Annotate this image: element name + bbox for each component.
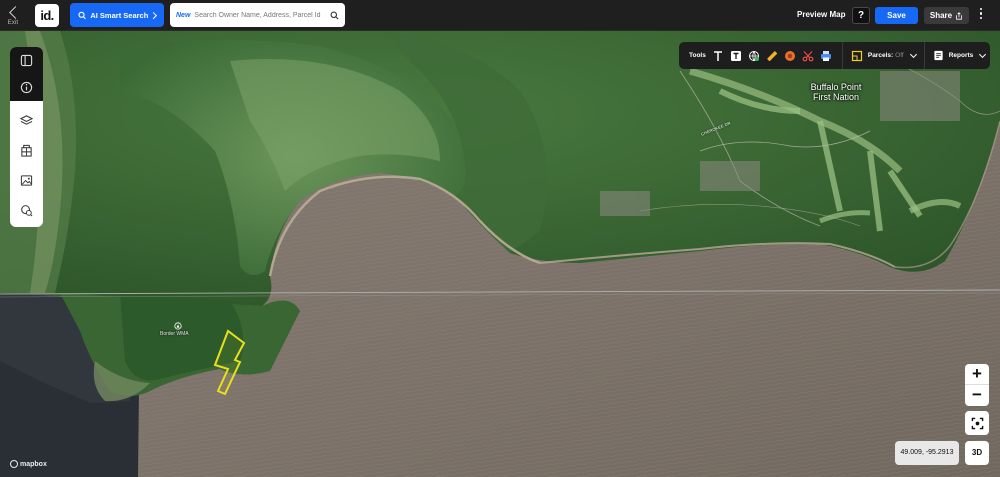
locate-button[interactable] [965,411,989,435]
help-button[interactable]: ? [852,7,870,24]
layers-button[interactable] [10,105,43,135]
exit-button[interactable]: Exit [4,2,22,29]
share-label: Share [929,11,953,20]
text-icon [713,50,722,61]
imagery-button[interactable] [10,165,43,195]
top-bar: Exit id. AI Smart Search New Preview Map… [0,0,1000,31]
more-options-button[interactable] [977,8,985,22]
share-button[interactable]: Share [924,7,969,24]
poi-label: Border WMA [160,322,189,337]
focus-frame-icon [971,417,983,429]
map-pin-search-icon [21,204,33,216]
ai-smart-search-label: AI Smart Search [90,10,149,20]
parcels-state: Off [895,52,904,59]
chevron-down-icon [909,50,917,59]
buildings-icon [21,144,32,157]
tools-bar: Tools Parcels: Off Reports [679,42,990,69]
report-icon [934,50,943,61]
location-search-button[interactable] [10,195,43,225]
poi-label-text: Border WMA [160,331,189,337]
chevron-down-icon [979,50,987,59]
left-sidebar [10,47,43,227]
scissors-tool[interactable] [802,50,814,62]
layers-icon [20,114,33,125]
coordinates-readout: 49.009, -95.2913 [895,441,959,465]
image-icon [20,174,33,186]
chevron-right-icon [150,11,158,19]
scissors-icon [802,50,814,61]
buildings-button[interactable] [10,135,43,165]
logo[interactable]: id. [35,4,59,27]
info-button[interactable] [10,74,43,101]
park-icon [174,322,182,330]
parcels-dropdown[interactable]: Parcels: Off [851,50,917,62]
globe-pin-icon [748,50,759,61]
place-label-line-2: First Nation [812,92,859,102]
save-button[interactable]: Save [875,7,918,24]
toolbar-divider [923,42,925,69]
sidebar-panel-icon [20,54,33,67]
toolbar-divider [841,42,843,69]
mapbox-attribution[interactable]: mapbox [10,460,47,468]
ruler-icon [767,50,777,61]
place-label-line-1: Buffalo Point [810,82,862,92]
print-tool[interactable] [820,50,832,62]
buffer-icon [784,50,795,61]
mapbox-label: mapbox [20,460,47,468]
text-tool[interactable] [712,50,724,62]
ruler-tool[interactable] [766,50,778,62]
new-badge: New [176,11,191,19]
layers-panel-button[interactable] [10,47,43,74]
zoom-in-button[interactable]: + [965,364,989,385]
mapbox-logo-icon [10,460,18,468]
search-bar[interactable]: New [170,3,345,27]
exit-label: Exit [7,20,19,26]
info-icon [20,81,33,94]
3d-toggle-button[interactable]: 3D [965,441,989,465]
buffer-tool[interactable] [784,50,796,62]
parcels-label: Parcels: [867,52,894,59]
reports-dropdown[interactable]: Reports [933,50,987,61]
chevron-left-icon [9,6,22,19]
globe-pin-tool[interactable] [748,50,760,62]
search-icon[interactable] [330,11,339,20]
place-label: Buffalo Point First Nation [800,82,872,102]
text-box-tool[interactable] [730,50,742,62]
tools-label: Tools [689,52,706,59]
parcel-icon [851,50,862,61]
search-input[interactable] [194,11,330,19]
text-box-icon [730,50,741,61]
print-icon [820,50,831,61]
zoom-controls: + − [965,364,989,406]
preview-map-button[interactable]: Preview Map [797,10,845,19]
ai-smart-search-button[interactable]: AI Smart Search [70,3,164,27]
zoom-out-button[interactable]: − [965,385,989,406]
reports-label: Reports [948,52,974,59]
map-canvas[interactable]: Buffalo Point First Nation CHEROKEE DR B… [0,31,1000,477]
share-icon [956,11,962,20]
search-icon [78,11,86,19]
